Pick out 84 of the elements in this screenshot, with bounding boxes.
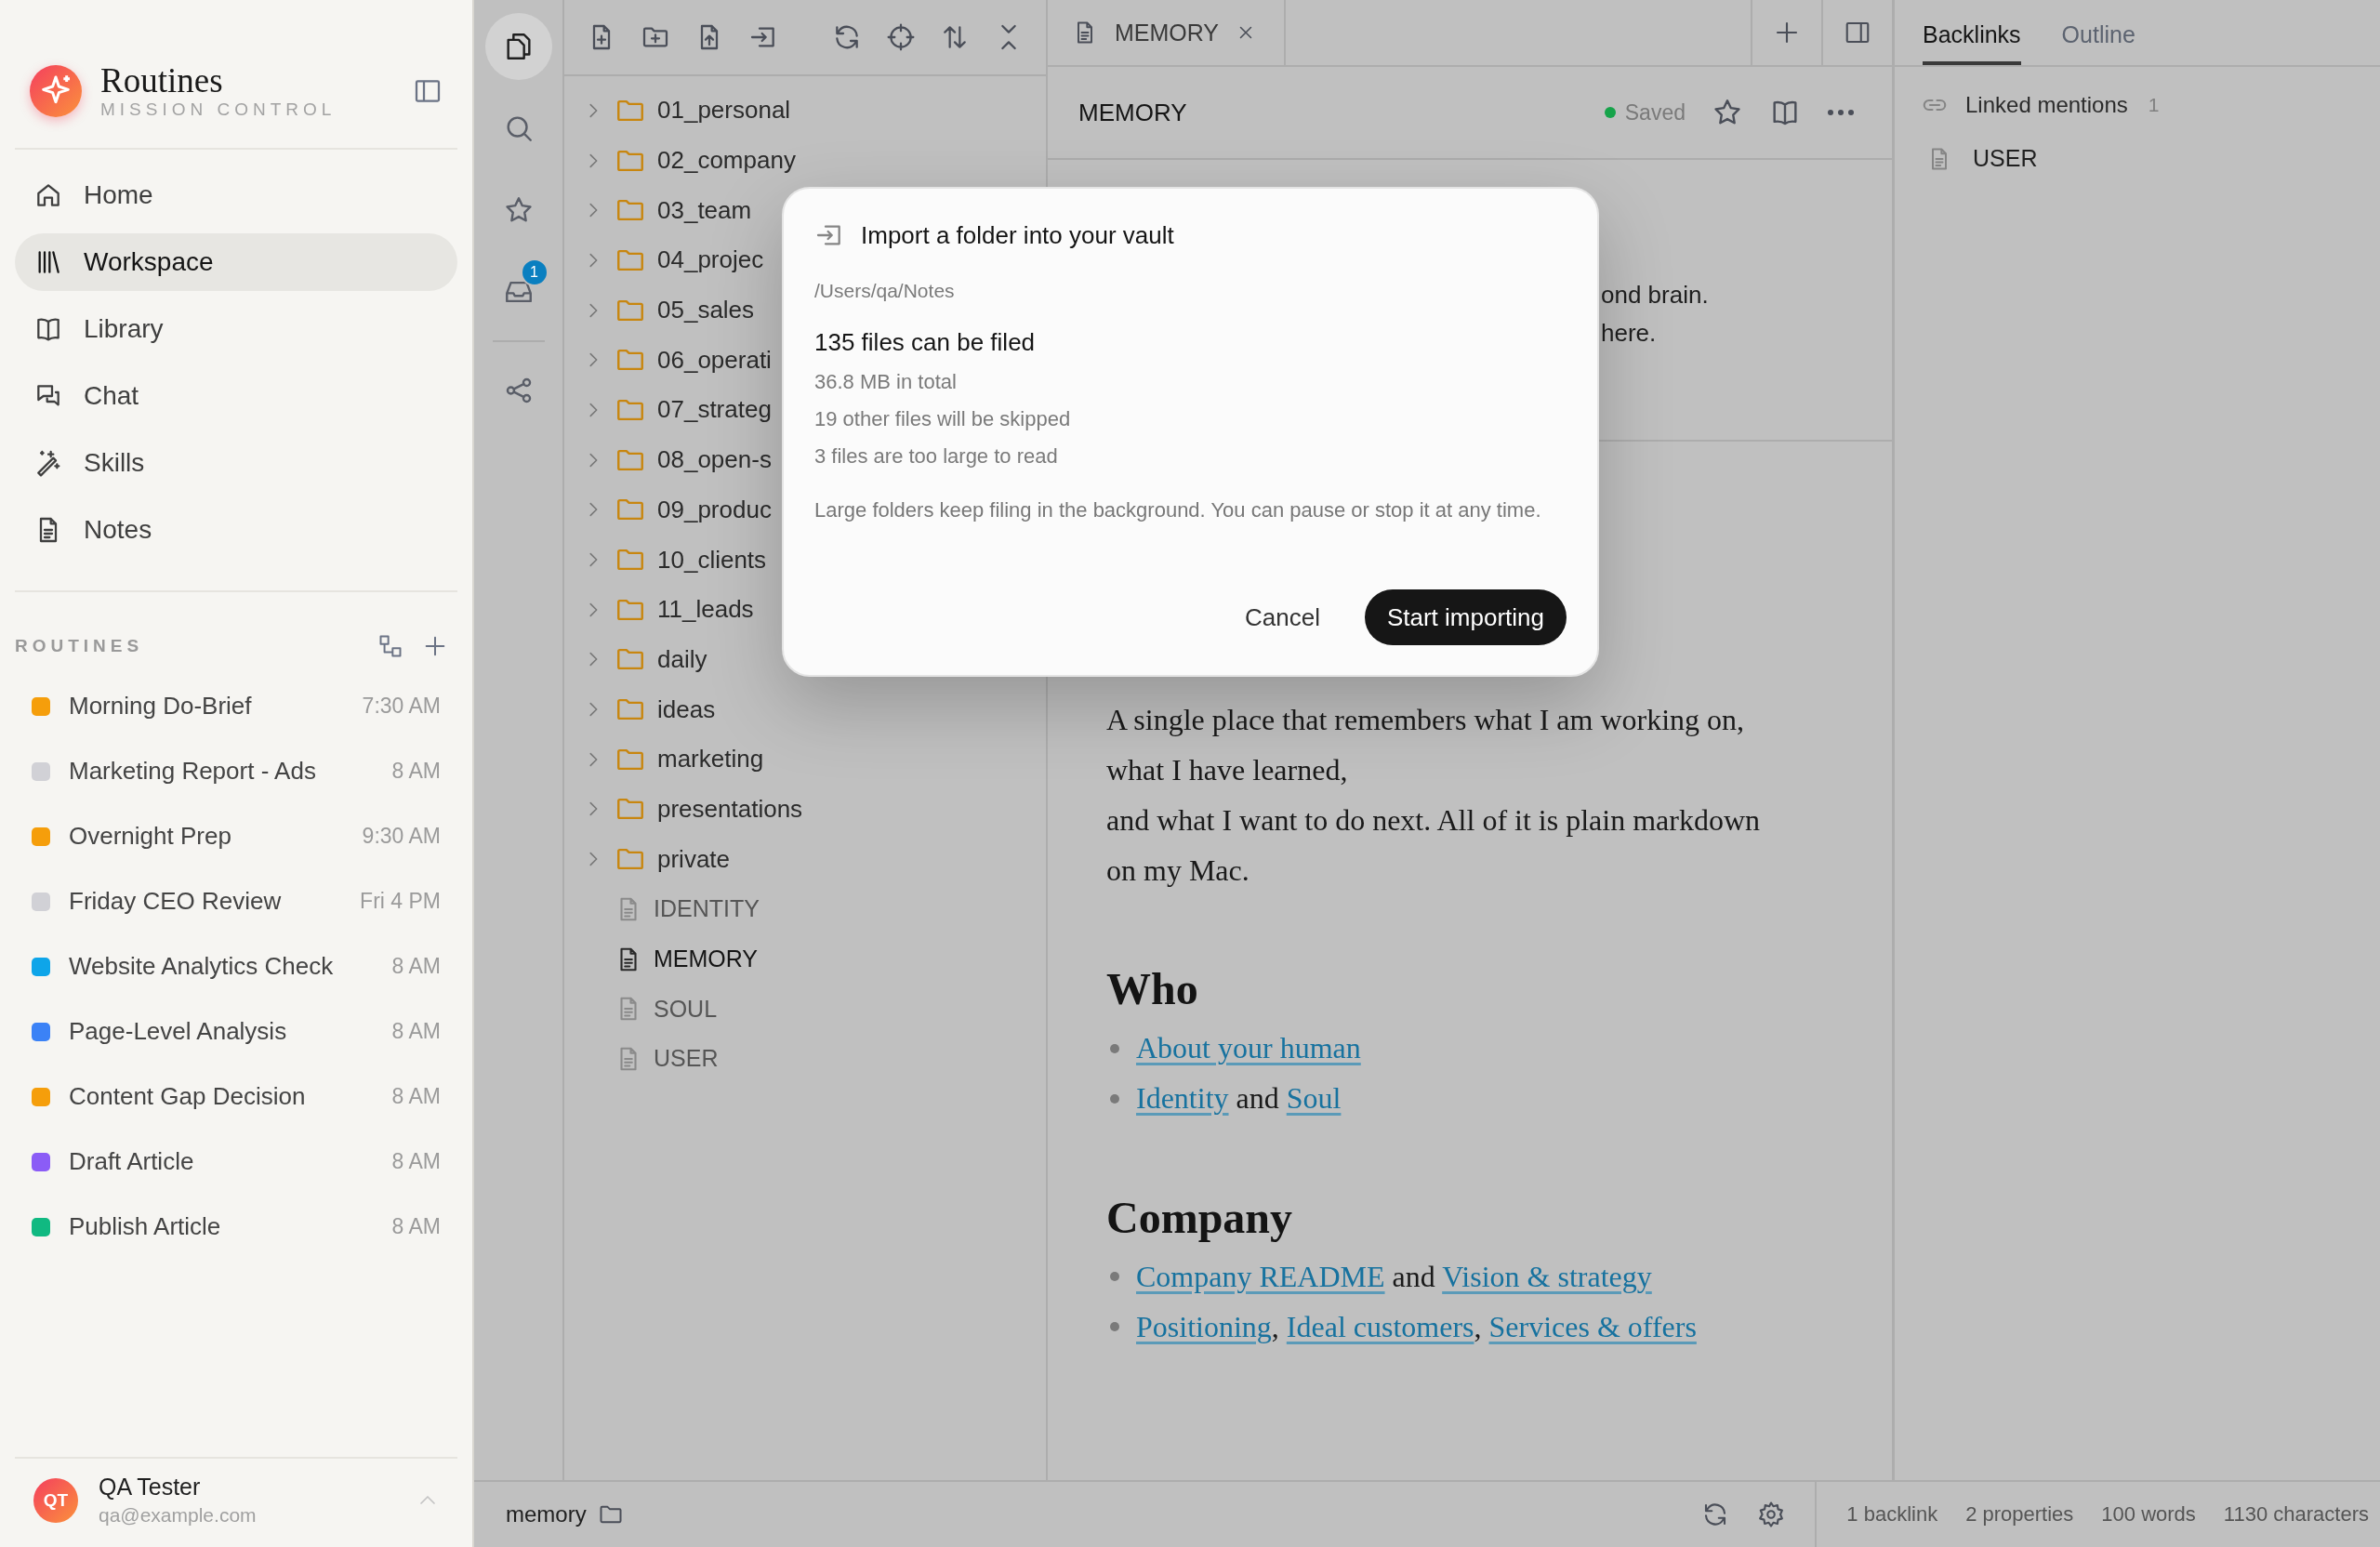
status-text: 2 properties xyxy=(1965,1502,2074,1527)
save-status: Saved xyxy=(1624,99,1686,126)
folder-path: /Users/qa/Notes xyxy=(814,280,956,302)
backlink-item[interactable]: USER xyxy=(1973,145,2038,172)
list-item: Company README and Vision & strategy xyxy=(1136,1259,1652,1294)
folder-name[interactable]: ideas xyxy=(657,694,716,724)
settings-icon[interactable] xyxy=(1757,1501,1786,1528)
section-label: Linked mentions xyxy=(1965,92,2128,118)
detail-text: 36.8 MB in total xyxy=(814,370,958,394)
nav-item[interactable]: Notes xyxy=(15,500,457,559)
note-title: MEMORY xyxy=(1078,98,1187,127)
folder-name[interactable]: 11_leads xyxy=(657,595,754,625)
more-icon[interactable] xyxy=(1827,109,1855,116)
user-name: QA Tester xyxy=(99,1474,202,1501)
folder-name[interactable]: 04_projec xyxy=(657,245,764,275)
app-subtitle: MISSION CONTROL xyxy=(100,99,337,120)
routine-item[interactable]: Draft Article 8 AM xyxy=(32,1129,441,1195)
folder-name[interactable]: 06_operati xyxy=(657,345,772,375)
folder-name[interactable]: marketing xyxy=(657,745,764,774)
bullet-icon xyxy=(1110,1043,1119,1053)
bullet-icon xyxy=(1110,1093,1119,1104)
routine-item[interactable]: Website Analytics Check 8 AM xyxy=(32,933,441,999)
routine-item[interactable]: Publish Article 8 AM xyxy=(32,1194,441,1260)
folder-name[interactable]: 08_open-s xyxy=(657,445,772,475)
folder-name[interactable]: 09_produc xyxy=(657,495,772,524)
section-heading: Who xyxy=(1106,963,1199,1015)
routine-item[interactable]: Morning Do-Brief 7:30 AM xyxy=(32,673,441,739)
paragraph-line: what I have learned, xyxy=(1106,752,1349,788)
section-heading: Company xyxy=(1106,1191,1294,1244)
nav-item[interactable]: Skills xyxy=(15,433,457,492)
folder-name[interactable]: 03_team xyxy=(657,195,752,225)
folder-name[interactable]: 10_clients xyxy=(657,545,767,575)
summary-text: 135 files can be filed xyxy=(814,328,1037,357)
status-text: 1130 characters xyxy=(2223,1502,2369,1527)
count-badge: 1 xyxy=(520,258,549,286)
avatar: QT xyxy=(33,1477,78,1523)
status-text: 100 words xyxy=(2101,1502,2196,1527)
paragraph-line: and what I want to do next. All of it is plain markdown xyxy=(1106,802,1761,839)
folder-name[interactable]: presentations xyxy=(657,794,803,824)
routine-item[interactable]: Friday CEO Review Fri 4 PM xyxy=(32,868,441,934)
bullet-icon xyxy=(1110,1272,1119,1282)
routine-item[interactable]: Marketing Report - Ads 8 AM xyxy=(32,738,441,804)
panel-tab[interactable]: Backlinks xyxy=(1923,0,2021,65)
dialog-title: Import a folder into your vault xyxy=(861,220,1174,250)
list-item: Positioning, Ideal customers, Services & offers xyxy=(1136,1309,1697,1344)
folder-name[interactable]: private xyxy=(657,844,731,874)
app-name: Routines xyxy=(100,63,224,99)
folder-name[interactable]: daily xyxy=(657,644,707,674)
folder-name[interactable]: 05_sales xyxy=(657,296,755,325)
detail-text: 19 other files will be skipped xyxy=(814,407,1072,431)
file-name: memory xyxy=(506,1501,587,1527)
paragraph-line: A single place that remembers what I am working on, xyxy=(1106,702,1746,738)
file-name[interactable]: MEMORY xyxy=(654,945,759,973)
inbox-button[interactable]: 1 xyxy=(484,258,552,325)
nav-item[interactable]: Chat xyxy=(15,366,457,425)
app-logo xyxy=(30,65,82,118)
folder-name[interactable]: 07_strateg xyxy=(657,395,772,425)
status-dot xyxy=(1604,107,1616,118)
count: 1 xyxy=(2148,94,2160,116)
start-button[interactable]: Start importing xyxy=(1364,589,1567,645)
nav-item[interactable]: Library xyxy=(15,299,457,358)
section-heading: ROUTINES xyxy=(15,635,145,656)
paragraph-line: on my Mac. xyxy=(1106,853,1250,889)
user-email: qa@example.com xyxy=(99,1504,258,1527)
bullet-icon xyxy=(1110,1322,1119,1332)
cancel-button[interactable]: Cancel xyxy=(1237,589,1328,645)
status-text: 1 backlink xyxy=(1846,1502,1938,1527)
note-text: Large folders keep filing in the background. You can pause or stop it at any time. xyxy=(814,497,1542,523)
detail-text: 3 files are too large to read xyxy=(814,444,1059,469)
file-name[interactable]: SOUL xyxy=(654,995,718,1023)
folder-name[interactable]: 01_personal xyxy=(657,96,791,126)
list-item: Identity and Soul xyxy=(1136,1081,1342,1117)
routine-item[interactable]: Content Gap Decision 8 AM xyxy=(32,1064,441,1130)
routine-item[interactable]: Page-Level Analysis 8 AM xyxy=(32,998,441,1064)
file-name[interactable]: USER xyxy=(654,1045,719,1073)
routine-item[interactable]: Overnight Prep 9:30 AM xyxy=(32,803,441,869)
crosshair-icon[interactable] xyxy=(886,22,916,52)
file-name[interactable]: IDENTITY xyxy=(654,895,760,923)
editor-tab[interactable]: MEMORY xyxy=(1048,0,1287,65)
nav-item[interactable]: Workspace xyxy=(15,232,457,291)
text-fragment: ond brain. xyxy=(1601,281,1710,310)
folder-name[interactable]: 02_company xyxy=(657,146,796,176)
nav-item[interactable]: Home xyxy=(15,165,457,224)
text-fragment: here. xyxy=(1601,319,1658,348)
